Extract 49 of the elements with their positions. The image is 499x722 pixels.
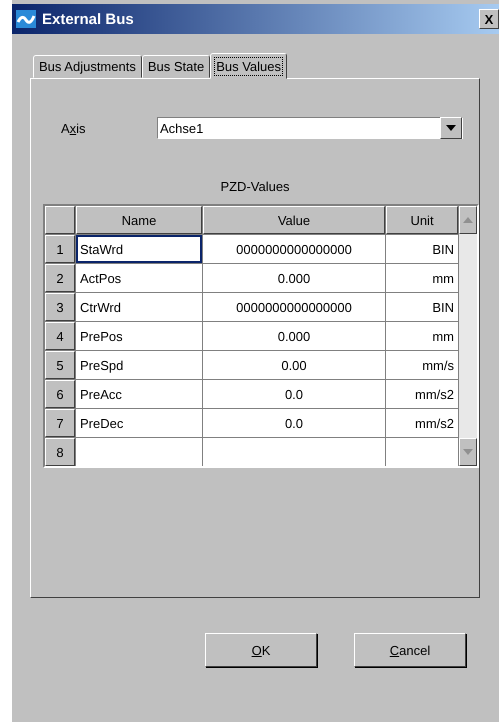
table-cell[interactable]: BIN (386, 235, 458, 263)
dialog-button[interactable]: OK (205, 633, 317, 667)
row-header[interactable]: 8 (45, 438, 75, 466)
row-header[interactable]: 3 (45, 293, 75, 321)
window-title: External Bus (42, 10, 135, 28)
table-cell[interactable]: mm (386, 322, 458, 350)
scroll-down-icon[interactable] (459, 438, 477, 466)
table-cell[interactable]: PrePos (76, 322, 202, 350)
table-cell[interactable]: 0000000000000000 (203, 235, 385, 263)
row-header[interactable]: 2 (45, 264, 75, 292)
table-cell[interactable] (76, 438, 202, 466)
table-title: PZD-Values (220, 179, 290, 194)
table-cell[interactable]: PreAcc (76, 380, 202, 408)
table-cell[interactable]: 0.0 (203, 409, 385, 437)
column-header[interactable]: Name (76, 206, 202, 234)
column-header[interactable]: Value (203, 206, 385, 234)
table-cell[interactable]: BIN (386, 293, 458, 321)
row-header[interactable]: 1 (45, 235, 75, 263)
column-header[interactable]: Unit (386, 206, 458, 234)
table-cell[interactable]: 0.000 (203, 264, 385, 292)
table-cell[interactable]: 0.0 (203, 380, 385, 408)
table-cell[interactable]: mm/s2 (386, 380, 458, 408)
table-cell[interactable]: mm (386, 264, 458, 292)
scrollbar[interactable] (459, 206, 477, 466)
row-header[interactable]: 4 (45, 322, 75, 350)
scroll-up-icon[interactable] (459, 206, 477, 234)
table-cell[interactable]: mm/s2 (386, 409, 458, 437)
table-cell[interactable]: CtrWrd (76, 293, 202, 321)
axis-label: Axis (61, 120, 87, 136)
table-cell[interactable]: ActPos (76, 264, 202, 292)
axis-dropdown[interactable]: Achse1 (157, 117, 463, 139)
table-cell[interactable]: StaWrd (76, 235, 202, 263)
table-cell[interactable]: 0.00 (203, 351, 385, 379)
tab[interactable]: Bus Values (210, 53, 287, 79)
table-cell[interactable]: mm/s (386, 351, 458, 379)
table-cell[interactable]: PreSpd (76, 351, 202, 379)
table-cell[interactable]: 0.000 (203, 322, 385, 350)
table-cell[interactable] (203, 438, 385, 466)
tab[interactable]: Bus Adjustments (33, 55, 142, 78)
table-cell[interactable]: 0000000000000000 (203, 293, 385, 321)
dialog-button[interactable]: Cancel (354, 633, 466, 667)
row-header[interactable]: 5 (45, 351, 75, 379)
row-header[interactable]: 6 (45, 380, 75, 408)
tab[interactable]: Bus State (142, 55, 210, 78)
table-cell[interactable]: PreDec (76, 409, 202, 437)
app-icon (16, 10, 36, 28)
close-button[interactable]: X (479, 9, 499, 29)
table-cell[interactable] (386, 438, 458, 466)
row-header[interactable]: 7 (45, 409, 75, 437)
